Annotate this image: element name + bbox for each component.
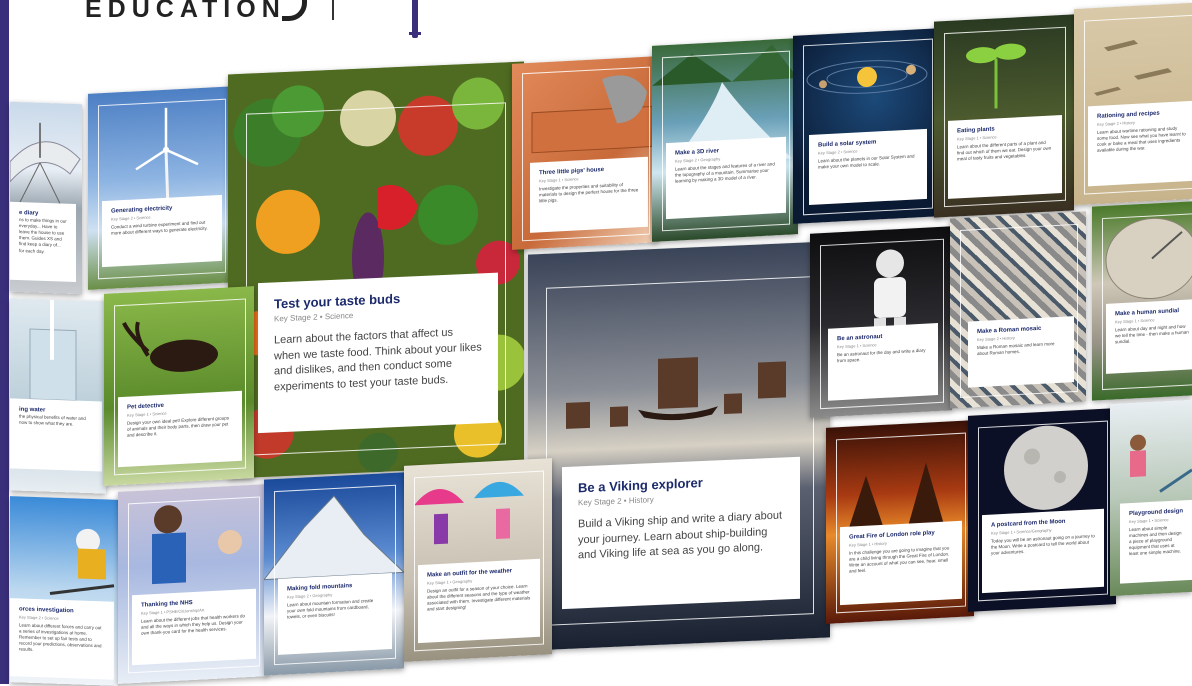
card-pet-detective[interactable]: Pet detective Key Stage 1 • Science Desi… bbox=[104, 286, 254, 486]
card-making-fold-mountains-panel: Making fold mountains Key Stage 2 • Geog… bbox=[278, 572, 392, 655]
card-desc: Be an astronaut for the day and write a … bbox=[837, 347, 926, 364]
card-outfit-for-weather[interactable]: Make an outfit for the weather Key Stage… bbox=[404, 458, 552, 662]
playground-image bbox=[1130, 434, 1192, 493]
card-pet-detective-panel: Pet detective Key Stage 1 • Science Desi… bbox=[118, 390, 242, 468]
card-make-human-sundial[interactable]: Make a human sundial Key Stage 1 • Scien… bbox=[1092, 201, 1192, 401]
card-make-roman-mosaic-panel: Make a Roman mosaic Key Stage 2 • Histor… bbox=[968, 316, 1074, 388]
card-desc: Learn about the different parts of a pla… bbox=[957, 140, 1052, 162]
card-generating-electricity[interactable]: Generating electricity Key Stage 2 • Sci… bbox=[88, 86, 236, 290]
card-thanking-the-nhs[interactable]: Thanking the NHS Key Stage 1 • PSHE/Citi… bbox=[118, 484, 268, 684]
card-make-human-sundial-panel: Make a human sundial Key Stage 1 • Scien… bbox=[1106, 299, 1192, 374]
card-forces-investigation[interactable]: orces investigation Key Stage 2 • Scienc… bbox=[10, 496, 118, 686]
card-drinking-water[interactable]: ing water the physical benefits of water… bbox=[10, 298, 106, 494]
card-desc: Investigate the properties and suitabili… bbox=[539, 182, 639, 204]
card-test-your-taste-buds[interactable]: Test your taste buds Key Stage 2 • Scien… bbox=[228, 61, 524, 479]
card-forces-investigation-panel: orces investigation Key Stage 2 • Scienc… bbox=[10, 598, 114, 680]
card-postcard-from-moon-panel: A postcard from the Moon Key Stage 1 • S… bbox=[982, 508, 1104, 594]
card-desc: Learn about wartime rationing and study … bbox=[1097, 125, 1186, 154]
card-generating-electricity-panel: Generating electricity Key Stage 2 • Sci… bbox=[102, 194, 222, 268]
card-desc: ns to make things in our everyday... Hav… bbox=[19, 217, 67, 254]
card-build-solar-system-panel: Build a solar system Key Stage 2 • Scien… bbox=[809, 128, 927, 206]
card-desc: In this challenge you are going to imagi… bbox=[849, 545, 950, 575]
card-great-fire-of-london[interactable]: Great Fire of London role play Key Stage… bbox=[826, 420, 974, 624]
card-desc: Make a Roman mosaic and learn more about… bbox=[977, 341, 1055, 357]
card-rationing-recipes[interactable]: Rationing and recipes Key Stage 2 • Hist… bbox=[1074, 2, 1192, 206]
card-eating-plants-panel: Eating plants Key Stage 1 • Science Lear… bbox=[948, 114, 1062, 199]
card-outfit-for-weather-panel: Make an outfit for the weather Key Stage… bbox=[418, 558, 540, 644]
card-make-3d-river-panel: Make a 3D river Key Stage 2 • Geography … bbox=[666, 136, 786, 220]
card-test-your-taste-buds-panel: Test your taste buds Key Stage 2 • Scien… bbox=[258, 272, 498, 434]
card-three-little-pigs-panel: Three little pigs' house Key Stage 1 • S… bbox=[530, 156, 648, 233]
skier-image bbox=[49, 528, 115, 596]
radio-telescope-image bbox=[10, 122, 81, 204]
card-rationing-recipes-panel: Rationing and recipes Key Stage 2 • Hist… bbox=[1088, 100, 1192, 187]
card-playground-design[interactable]: Playground design Key Stage 1 • Science … bbox=[1110, 399, 1192, 597]
card-desc: Learn about the factors that affect us w… bbox=[274, 326, 482, 394]
card-be-a-viking-explorer[interactable]: Be a Viking explorer Key Stage 2 • Histo… bbox=[528, 241, 830, 651]
card-make-3d-river[interactable]: Make a 3D river Key Stage 2 • Geography … bbox=[652, 38, 798, 242]
card-radio-diary[interactable]: e diary ns to make things in our everyda… bbox=[10, 101, 82, 295]
card-playground-design-panel: Playground design Key Stage 1 • Science … bbox=[1120, 499, 1192, 584]
card-desc: Design your own ideal pet! Explore diffe… bbox=[127, 415, 229, 439]
card-desc: Learn about simple machines and then des… bbox=[1129, 525, 1182, 557]
card-great-fire-of-london-panel: Great Fire of London role play Key Stage… bbox=[840, 520, 962, 606]
card-desc: Learn about mountain formation and creat… bbox=[287, 598, 374, 620]
card-desc: Conduct a wind turbine experiment and fi… bbox=[111, 219, 208, 236]
card-desc: Learn about the planets in our Solar Sys… bbox=[818, 153, 915, 170]
card-build-solar-system[interactable]: Build a solar system Key Stage 2 • Scien… bbox=[793, 28, 941, 224]
activity-card-collage: e diary ns to make things in our everyda… bbox=[0, 0, 1192, 686]
card-thanking-the-nhs-panel: Thanking the NHS Key Stage 1 • PSHE/Citi… bbox=[132, 588, 256, 666]
card-be-an-astronaut[interactable]: Be an astronaut Key Stage 1 • Science Be… bbox=[810, 226, 952, 418]
card-making-fold-mountains[interactable]: Making fold mountains Key Stage 2 • Geog… bbox=[264, 472, 404, 676]
card-three-little-pigs[interactable]: Three little pigs' house Key Stage 1 • S… bbox=[512, 56, 658, 250]
card-desc: Learn about different forces and carry o… bbox=[19, 622, 102, 653]
card-desc: Learn about day and night and how we tel… bbox=[1115, 323, 1189, 345]
card-desc: Today you will be an astronaut going on … bbox=[991, 533, 1095, 556]
card-desc: Learn about the stages and features of a… bbox=[675, 161, 775, 184]
water-glass-image bbox=[29, 299, 77, 402]
card-eating-plants[interactable]: Eating plants Key Stage 1 • Science Lear… bbox=[934, 14, 1074, 218]
card-desc: Learn about the different jobs that heal… bbox=[141, 613, 245, 637]
card-postcard-from-moon[interactable]: A postcard from the Moon Key Stage 1 • S… bbox=[968, 408, 1116, 612]
card-make-roman-mosaic[interactable]: Make a Roman mosaic Key Stage 2 • Histor… bbox=[950, 211, 1086, 409]
card-desc: Build a Viking ship and write a diary ab… bbox=[578, 509, 783, 562]
card-radio-diary-panel: e diary ns to make things in our everyda… bbox=[10, 201, 76, 283]
card-drinking-water-panel: ing water the physical benefits of water… bbox=[10, 398, 102, 472]
card-be-an-astronaut-panel: Be an astronaut Key Stage 1 • Science Be… bbox=[828, 323, 938, 401]
card-be-a-viking-explorer-panel: Be a Viking explorer Key Stage 2 • Histo… bbox=[562, 456, 800, 610]
card-desc: the physical benefits of water and now t… bbox=[19, 413, 86, 427]
card-desc: Design an outfit for a season of your ch… bbox=[427, 583, 531, 613]
